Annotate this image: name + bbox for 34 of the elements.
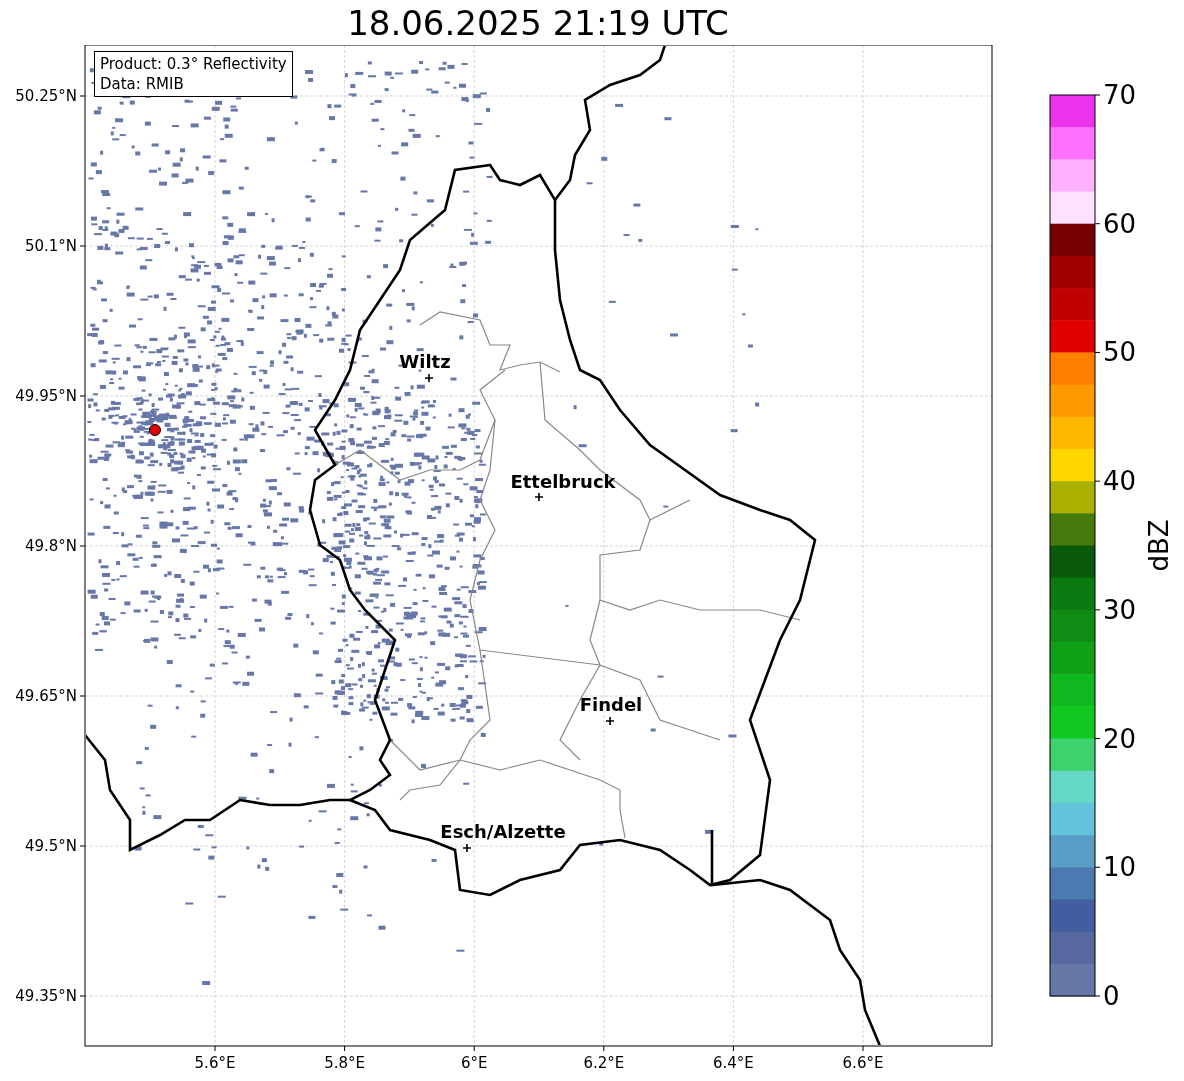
chart-title: 18.06.2025 21:19 UTC xyxy=(347,2,729,43)
city-label: Wiltz xyxy=(399,351,451,372)
city-marker-icon xyxy=(605,716,615,726)
city-marker-icon xyxy=(534,492,544,502)
info-text: Data: RMIB xyxy=(100,74,185,94)
colorbar-tick-label: 20 xyxy=(1103,723,1137,754)
axis-tick-label: 49.35°N xyxy=(15,987,77,1005)
city-label: Findel xyxy=(579,694,643,715)
colorbar-label: dBZ xyxy=(1144,519,1174,572)
axis-tick-label: 6.2°E xyxy=(583,1054,625,1072)
axis-tick-label: 49.5°N xyxy=(24,837,77,855)
axis-tick-label: 50.25°N xyxy=(15,87,77,105)
radar-site-icon xyxy=(149,424,161,436)
axis-tick-label: 49.95°N xyxy=(15,387,77,405)
colorbar-tick-label: 70 xyxy=(1103,80,1137,110)
colorbar-tick-label: 50 xyxy=(1103,337,1137,368)
colorbar-tick-label: 60 xyxy=(1103,208,1137,239)
city-marker-icon xyxy=(462,843,472,853)
axis-tick-label: 5.6°E xyxy=(194,1054,236,1072)
colorbar-tick-label: 10 xyxy=(1103,852,1137,883)
city-marker-icon xyxy=(424,373,434,383)
city-label: Esch/Alzette xyxy=(440,821,566,842)
axis-tick-label: 5.8°E xyxy=(324,1054,365,1072)
axis-tick-label: 49.65°N xyxy=(15,687,77,705)
axis-tick-label: 49.8°N xyxy=(24,537,77,555)
colorbar-tick-label: 40 xyxy=(1103,466,1137,497)
axis-tick-label: 50.1°N xyxy=(24,237,77,255)
city-label: Ettelbruck xyxy=(510,471,616,492)
colorbar-tick-label: 0 xyxy=(1103,981,1120,1011)
axis-tick-label: 6.4°E xyxy=(713,1054,754,1072)
axis-tick-label: 6.6°E xyxy=(842,1054,884,1072)
axis-tick-label: 6°E xyxy=(460,1054,488,1072)
colorbar-tick-label: 30 xyxy=(1103,594,1137,625)
info-text: Product: 0.3° Reflectivity xyxy=(100,54,287,74)
